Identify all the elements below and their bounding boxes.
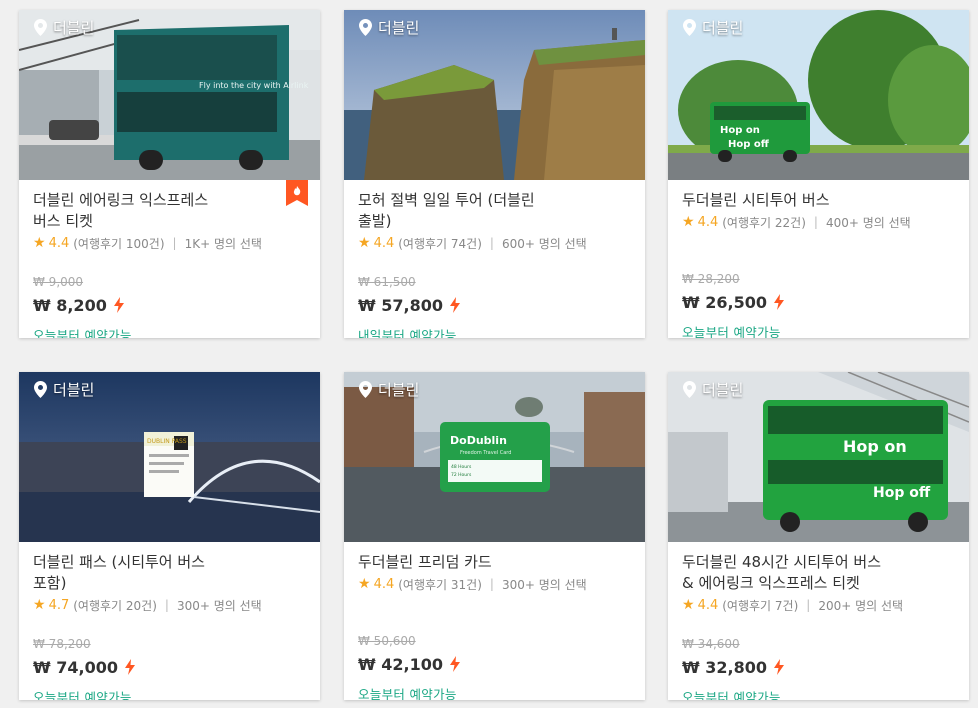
instant-confirm-bolt-icon: [113, 297, 124, 313]
rating-row: ★ 4.4 (여행후기 100건) | 1K+ 명의 선택: [33, 235, 262, 251]
availability-label: 오늘부터 예약가능: [682, 325, 781, 338]
original-price: ₩ 78,200: [33, 637, 91, 651]
product-image: Hop on Hop off 더블린: [668, 10, 969, 180]
location-pin-icon: [359, 381, 372, 398]
product-title[interactable]: 더블린 에어링크 익스프레스 버스 티켓: [33, 190, 278, 232]
svg-text:48 Hours: 48 Hours: [451, 464, 472, 470]
original-price: ₩ 61,500: [358, 275, 416, 289]
location-tag: 더블린: [34, 17, 94, 38]
svg-text:Freedom Travel Card: Freedom Travel Card: [460, 450, 511, 456]
rating-value: 4.4: [697, 597, 719, 613]
location-pin-icon: [34, 19, 47, 36]
availability-label: 오늘부터 예약가능: [33, 690, 132, 700]
product-card-airlink[interactable]: Fly into the city with Airlink 더블린 더블린 에…: [19, 10, 320, 338]
location-label: 더블린: [378, 381, 420, 399]
rating-row: ★ 4.4 (여행후기 7건) | 200+ 명의 선택: [682, 597, 904, 613]
star-icon: ★: [682, 214, 695, 230]
location-label: 더블린: [378, 19, 420, 37]
location-label: 더블린: [53, 381, 95, 399]
star-icon: ★: [33, 235, 46, 251]
rating-row: ★ 4.4 (여행후기 74건) | 600+ 명의 선택: [358, 235, 587, 251]
product-image: 더블린: [344, 10, 645, 180]
star-icon: ★: [358, 235, 371, 251]
rating-value: 4.4: [373, 576, 395, 592]
svg-text:Hop on: Hop on: [843, 437, 907, 456]
product-image: Fly into the city with Airlink 더블린: [19, 10, 320, 180]
location-tag: 더블린: [359, 379, 419, 400]
svg-text:Hop off: Hop off: [873, 485, 931, 501]
product-card-cliffs-of-moher[interactable]: 더블린 모허 절벽 일일 투어 (더블린 출발) ★ 4.4 (여행후기 74건…: [344, 10, 645, 338]
review-count: (여행후기 74건): [398, 236, 482, 251]
bus-text: Fly into the city with Airlink: [199, 81, 309, 90]
star-icon: ★: [682, 597, 695, 613]
instant-confirm-bolt-icon: [449, 656, 460, 672]
star-icon: ★: [358, 576, 371, 592]
location-label: 더블린: [53, 19, 95, 37]
location-label: 더블린: [702, 381, 744, 399]
rating-row: ★ 4.4 (여행후기 22건) | 400+ 명의 선택: [682, 214, 911, 230]
instant-confirm-bolt-icon: [449, 297, 460, 313]
product-title[interactable]: 모허 절벽 일일 투어 (더블린 출발): [358, 190, 603, 232]
location-pin-icon: [34, 381, 47, 398]
rating-value: 4.4: [48, 235, 70, 251]
original-price: ₩ 50,600: [358, 634, 416, 648]
location-pin-icon: [683, 19, 696, 36]
rating-value: 4.7: [48, 597, 70, 613]
rating-value: 4.4: [373, 235, 395, 251]
product-image: Hop on Hop off 더블린: [668, 372, 969, 542]
availability-label: 내일부터 예약가능: [358, 328, 457, 338]
product-card-dublin-pass[interactable]: DUBLIN PASS 더블린 더블린 패스 (시티투어 버스 포함) ★ 4.…: [19, 372, 320, 700]
location-label: 더블린: [702, 19, 744, 37]
price: ₩ 42,100: [358, 654, 631, 674]
product-card-48h-bus-airlink[interactable]: Hop on Hop off 더블린 두더블린 48시간 시티투어 버스 & 에…: [668, 372, 969, 700]
svg-text:DUBLIN PASS: DUBLIN PASS: [147, 438, 187, 445]
svg-text:72 Hours: 72 Hours: [451, 472, 472, 478]
original-price: ₩ 34,600: [682, 637, 740, 651]
instant-confirm-bolt-icon: [773, 294, 784, 310]
location-tag: 더블린: [683, 379, 743, 400]
svg-text:DoDublin: DoDublin: [450, 434, 507, 447]
product-image: DoDublin Freedom Travel Card 48 Hours 72…: [344, 372, 645, 542]
location-tag: 더블린: [683, 17, 743, 38]
original-price: ₩ 28,200: [682, 272, 740, 286]
star-icon: ★: [33, 597, 46, 613]
price: ₩ 26,500: [682, 292, 955, 312]
original-price: ₩ 9,000: [33, 275, 84, 289]
booked-count: 300+ 명의 선택: [176, 598, 262, 613]
price: ₩ 32,800: [682, 657, 955, 677]
svg-text:Hop on: Hop on: [720, 125, 760, 136]
location-pin-icon: [683, 381, 696, 398]
booked-count: 400+ 명의 선택: [825, 215, 911, 230]
availability-label: 오늘부터 예약가능: [358, 687, 457, 700]
review-count: (여행후기 20건): [73, 598, 157, 613]
product-grid: Fly into the city with Airlink 더블린 더블린 에…: [0, 0, 978, 708]
product-title[interactable]: 두더블린 48시간 시티투어 버스 & 에어링크 익스프레스 티켓: [682, 552, 927, 594]
booked-count: 600+ 명의 선택: [501, 236, 587, 251]
product-card-freedom-card[interactable]: DoDublin Freedom Travel Card 48 Hours 72…: [344, 372, 645, 700]
instant-confirm-bolt-icon: [124, 659, 135, 675]
instant-confirm-bolt-icon: [773, 659, 784, 675]
price: ₩ 57,800: [358, 295, 631, 315]
availability-label: 오늘부터 예약가능: [682, 690, 781, 700]
product-title[interactable]: 더블린 패스 (시티투어 버스 포함): [33, 552, 278, 594]
review-count: (여행후기 22건): [722, 215, 806, 230]
booked-count: 200+ 명의 선택: [818, 598, 904, 613]
booked-count: 300+ 명의 선택: [501, 577, 587, 592]
rating-row: ★ 4.7 (여행후기 20건) | 300+ 명의 선택: [33, 597, 262, 613]
booked-count: 1K+ 명의 선택: [184, 236, 262, 251]
svg-text:Hop off: Hop off: [728, 139, 770, 150]
availability-label: 오늘부터 예약가능: [33, 328, 132, 338]
rating-value: 4.4: [697, 214, 719, 230]
review-count: (여행후기 7건): [722, 598, 799, 613]
review-count: (여행후기 31건): [398, 577, 482, 592]
product-card-dodublin-bus[interactable]: Hop on Hop off 더블린 두더블린 시티투어 버스 ★ 4.4 (여…: [668, 10, 969, 338]
location-tag: 더블린: [359, 17, 419, 38]
product-image: DUBLIN PASS 더블린: [19, 372, 320, 542]
location-tag: 더블린: [34, 379, 94, 400]
location-pin-icon: [359, 19, 372, 36]
price: ₩ 8,200: [33, 295, 306, 315]
rating-row: ★ 4.4 (여행후기 31건) | 300+ 명의 선택: [358, 576, 587, 592]
price: ₩ 74,000: [33, 657, 306, 677]
review-count: (여행후기 100건): [73, 236, 165, 251]
